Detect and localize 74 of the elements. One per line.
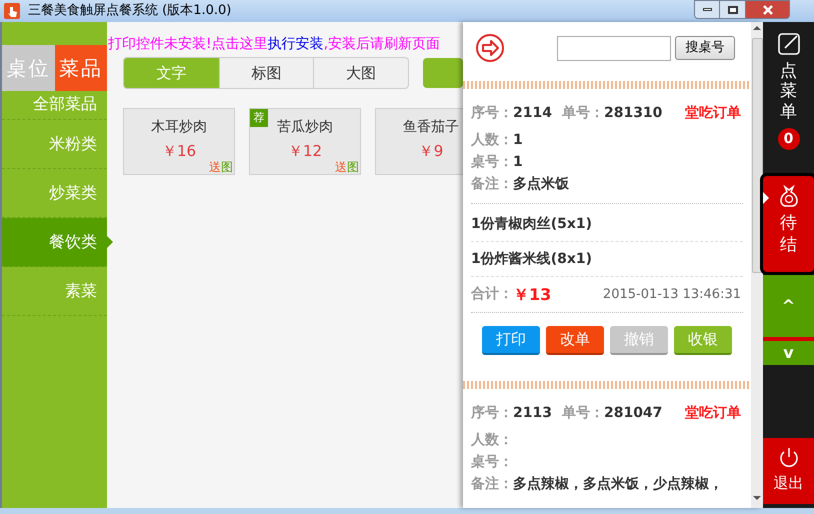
view-mode-tab[interactable]: 文字 xyxy=(124,58,219,88)
action-button[interactable]: 打印 xyxy=(482,326,540,355)
field-value: 多点辣椒，多点米饭，少点辣椒， xyxy=(513,476,723,492)
search-field[interactable] xyxy=(557,36,671,60)
close-button[interactable] xyxy=(746,0,790,19)
pending-checkout-button[interactable]: 待结 xyxy=(763,176,814,272)
action-button[interactable]: 改单 xyxy=(546,326,604,355)
field-label: 序号： xyxy=(471,404,513,423)
field-value: 2114 xyxy=(513,104,552,123)
dish-name: 木耳炒肉 xyxy=(151,118,207,137)
notice-text: ,安装后请刷新页面 xyxy=(324,36,440,52)
field-value: 多点米饭 xyxy=(513,176,569,192)
count-badge: 0 xyxy=(778,128,800,150)
top-tab[interactable]: 菜品 xyxy=(54,45,107,91)
field-label: 单号： xyxy=(562,404,604,423)
view-mode-tab[interactable]: 标图 xyxy=(218,58,314,88)
dish-price: ￥16 xyxy=(162,141,196,162)
scrollbar[interactable] xyxy=(751,22,763,508)
field-label: 单号： xyxy=(562,104,604,123)
exit-button[interactable]: 退出 xyxy=(763,438,814,504)
field-value: 2113 xyxy=(513,404,552,423)
edit-icon xyxy=(778,33,800,55)
order-type: 堂吃订单 xyxy=(685,104,741,123)
send-image-tag: 送图 xyxy=(335,161,359,173)
menu-label: 点菜单 xyxy=(780,61,797,122)
field-label: 桌号： xyxy=(471,454,513,470)
order-item: 1份炸酱米线(8x1) xyxy=(471,250,592,268)
recommended-badge: 荐 xyxy=(250,109,268,127)
pending-label: 待结 xyxy=(780,212,797,256)
view-mode-tab[interactable]: 大图 xyxy=(313,58,408,88)
field-value: 1 xyxy=(513,154,523,170)
notice-text: 打印控件未安装!点击这里 xyxy=(108,36,268,52)
field-label: 序号： xyxy=(471,104,513,123)
scroll-up-button[interactable]: ^ xyxy=(763,275,814,341)
install-link[interactable]: 执行安装 xyxy=(268,36,324,52)
category-item[interactable]: 米粉类 xyxy=(2,120,107,169)
total-amount: ￥13 xyxy=(513,284,552,306)
close-icon xyxy=(762,4,772,14)
minimize-button[interactable] xyxy=(694,0,720,19)
dish-price: ￥12 xyxy=(288,141,322,162)
menu-button[interactable]: 点菜单 0 xyxy=(763,30,814,176)
order-type: 堂吃订单 xyxy=(685,404,741,423)
field-label: 备注： xyxy=(471,476,513,492)
order-item: 1份青椒肉丝(5x1) xyxy=(471,215,592,234)
category-item[interactable]: 餐饮类 xyxy=(2,218,107,267)
field-label: 人数： xyxy=(471,432,513,448)
dish-card[interactable]: 木耳炒肉 ￥16 送图 xyxy=(123,108,235,175)
scroll-down-button[interactable]: v xyxy=(763,341,814,365)
search-button[interactable]: 搜桌号 xyxy=(675,36,735,60)
category-item[interactable]: 全部菜品 xyxy=(2,91,107,120)
maximize-button[interactable] xyxy=(720,0,746,19)
order-time: 2015-01-13 13:46:31 xyxy=(602,286,741,304)
exit-label: 退出 xyxy=(774,473,804,494)
dish-name: 苦瓜炒肉 xyxy=(277,118,333,137)
field-label: 备注： xyxy=(471,176,513,192)
action-button[interactable]: 收银 xyxy=(674,326,732,355)
dish-name: 鱼香茄子 xyxy=(403,118,459,137)
pointer-arrow xyxy=(107,236,113,248)
app-icon xyxy=(4,3,20,19)
window-title: 三餐美食触屏点餐系统 (版本1.0.0) xyxy=(28,2,232,20)
dish-card[interactable]: 鱼香茄子 ￥9 xyxy=(375,108,463,175)
field-value: 1 xyxy=(513,132,523,148)
category-item[interactable]: 素菜 xyxy=(2,267,107,316)
power-icon xyxy=(778,447,800,470)
field-label: 桌号： xyxy=(471,154,513,170)
field-label: 人数： xyxy=(471,132,513,148)
send-image-tag: 送图 xyxy=(209,161,233,173)
dish-card[interactable]: 苦瓜炒肉 ￥12 荐 送图 xyxy=(249,108,361,175)
total-label: 合计： xyxy=(471,285,513,304)
pointer-arrow xyxy=(763,192,769,204)
dish-price: ￥9 xyxy=(418,141,444,162)
arrow-right-icon xyxy=(475,33,505,63)
field-value: 281310 xyxy=(604,104,662,123)
field-value: 281047 xyxy=(604,404,662,423)
